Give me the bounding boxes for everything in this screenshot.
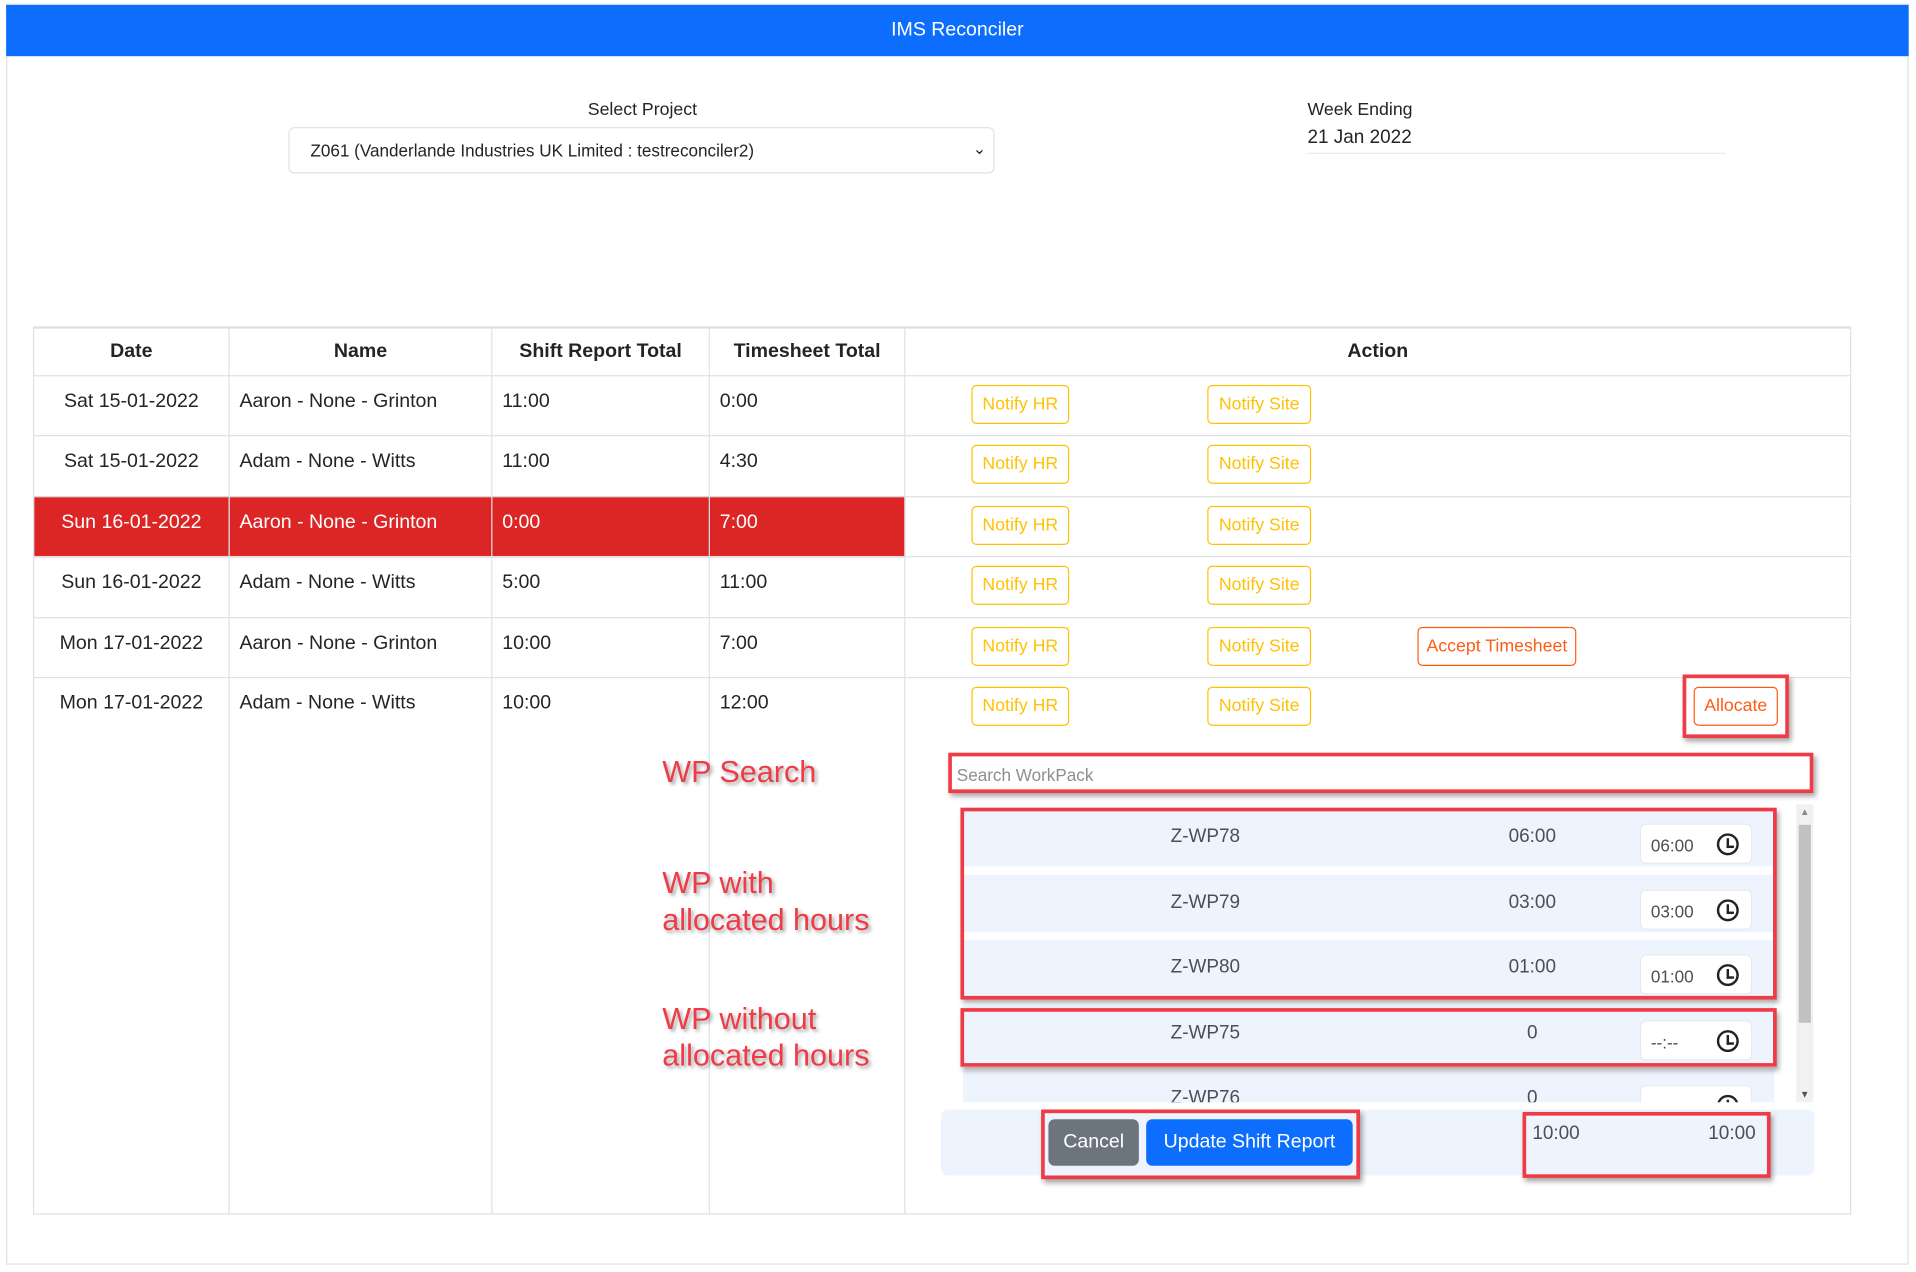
scrollbar-thumb[interactable] [1798, 824, 1811, 1023]
accept-timesheet-button[interactable]: Accept Timesheet [1417, 626, 1577, 666]
cell-date: Sat 15-01-2022 [32, 435, 230, 497]
notify-hr-button[interactable]: Notify HR [971, 505, 1070, 545]
annotation-totals-box [1522, 1111, 1771, 1178]
annotation-wp-search: WP Search [662, 755, 817, 790]
cell-timesheet: 7:00 [708, 616, 906, 679]
annotation-allocated-box [960, 807, 1777, 1000]
col-shift-total: Shift Report Total [491, 326, 710, 376]
annotation-allocate-box [1682, 674, 1789, 739]
col-action: Action [904, 326, 1852, 376]
select-project-label: Select Project [587, 100, 698, 120]
cell-name: Adam - None - Witts [228, 555, 493, 618]
notify-site-button[interactable]: Notify Site [1207, 384, 1312, 425]
annotation-wp-with-1: WP with [662, 866, 774, 901]
notify-hr-button[interactable]: Notify HR [971, 626, 1070, 666]
notify-site-button[interactable]: Notify Site [1207, 505, 1312, 545]
cell-name: Aaron - None - Grinton [228, 616, 493, 679]
cell-shift: 11:00 [491, 374, 710, 437]
workpack-name: Z-WP76 [1170, 1087, 1241, 1103]
cell-shift: 5:00 [491, 555, 710, 618]
cell-date: Mon 17-01-2022 [32, 616, 230, 679]
week-ending-value: 21 Jan 2022 [1307, 127, 1412, 148]
clock-icon[interactable] [1716, 1094, 1739, 1103]
cell-date: Sun 16-01-2022 [32, 495, 230, 558]
cell-name: Adam - None - Witts [228, 435, 493, 497]
notify-hr-button[interactable]: Notify HR [971, 384, 1070, 425]
cell-timesheet: 4:30 [708, 435, 906, 497]
annotation-search-box [948, 752, 1814, 794]
notify-hr-button[interactable]: Notify HR [971, 686, 1070, 726]
annotation-buttons-box [1041, 1109, 1361, 1180]
annotation-wp-without-2: allocated hours [662, 1038, 870, 1073]
week-underline [1307, 152, 1726, 154]
app-header: IMS Reconciler [6, 4, 1909, 57]
workpack-time-input[interactable]: --:-- [1639, 1085, 1753, 1103]
cell-timesheet: 7:00 [708, 495, 906, 558]
table-row-highlighted: Sun 16-01-2022 Aaron - None - Grinton 0:00… [32, 495, 1852, 558]
table-header: Date Name Shift Report Total Timesheet T… [32, 326, 1852, 376]
table-row: Mon 17-01-2022 Aaron - None - Grinton 10:0… [32, 616, 1852, 679]
cell-shift: 10:00 [491, 616, 710, 679]
cell-timesheet: 0:00 [708, 374, 906, 437]
cell-name: Adam - None - Witts [228, 676, 493, 1215]
workpack-hours: 0 [1527, 1087, 1538, 1103]
col-date: Date [32, 326, 230, 376]
scroll-up-icon[interactable]: ▲ [1800, 806, 1810, 817]
week-ending-label: Week Ending [1307, 100, 1413, 120]
notify-site-button[interactable]: Notify Site [1207, 686, 1312, 726]
cell-date: Sun 16-01-2022 [32, 555, 230, 618]
workpack-row: Z-WP76 0 --:-- [962, 1070, 1775, 1103]
app-title: IMS Reconciler [891, 19, 1024, 41]
scroll-down-icon[interactable]: ▼ [1800, 1089, 1810, 1100]
notify-site-button[interactable]: Notify Site [1207, 444, 1312, 484]
col-timesheet-total: Timesheet Total [708, 326, 906, 376]
cell-date: Mon 17-01-2022 [32, 676, 230, 1215]
notify-site-button[interactable]: Notify Site [1207, 626, 1312, 666]
annotation-wp-without-1: WP without [662, 1001, 817, 1037]
cell-name: Aaron - None - Grinton [228, 374, 493, 437]
annotation-wp-with-2: allocated hours [662, 903, 870, 938]
table-row: Sat 15-01-2022 Adam - None - Witts 11:00 4:… [32, 435, 1852, 497]
annotation-unallocated-box [960, 1008, 1777, 1067]
cell-name: Aaron - None - Grinton [228, 495, 493, 558]
project-select-value: Z061 (Vanderlande Industries UK Limited … [310, 140, 755, 161]
chevron-down-icon: ⌄ [972, 139, 987, 158]
table-row: Sat 15-01-2022 Aaron - None - Grinton 11:0… [32, 374, 1852, 437]
notify-hr-button[interactable]: Notify HR [971, 444, 1070, 484]
notify-site-button[interactable]: Notify Site [1207, 565, 1312, 605]
cell-date: Sat 15-01-2022 [32, 374, 230, 437]
table-row: Sun 16-01-2022 Adam - None - Witts 5:00 11:… [32, 555, 1852, 618]
cell-timesheet: 11:00 [708, 555, 906, 618]
notify-hr-button[interactable]: Notify HR [971, 565, 1070, 605]
col-name: Name [228, 326, 493, 376]
cell-shift: 11:00 [491, 435, 710, 497]
time-input-value: --:-- [1651, 1097, 1679, 1102]
project-select[interactable]: Z061 (Vanderlande Industries UK Limited … [288, 127, 995, 174]
cell-shift: 0:00 [491, 495, 710, 558]
